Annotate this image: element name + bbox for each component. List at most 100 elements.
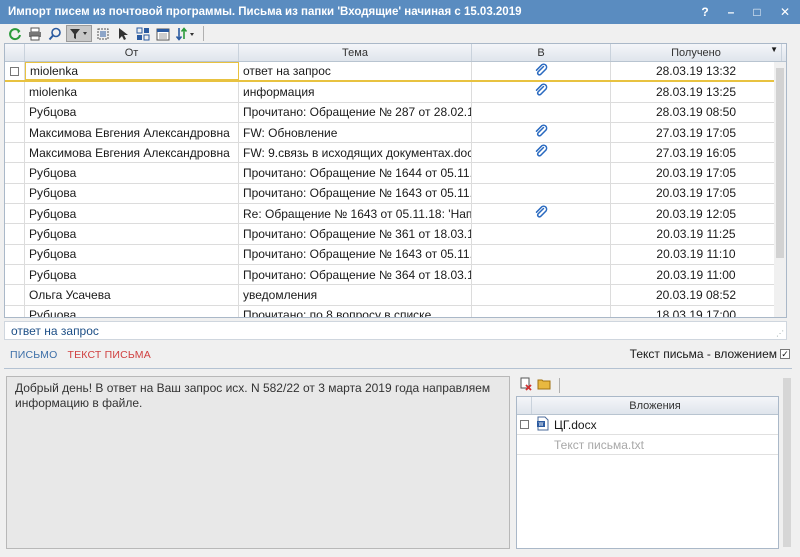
table-row[interactable]: Рубцова Прочитано: Обращение № 1643 от 05… (5, 244, 786, 265)
current-subject-text: ответ на запрос (11, 323, 99, 338)
row-received: 20.03.19 12:05 (611, 204, 782, 224)
text-as-attachment-checkbox[interactable]: ✓ (780, 349, 790, 359)
attachment-name-cell: W ЦГ.docx (532, 416, 597, 434)
header-received[interactable]: Получено (611, 44, 782, 61)
row-check-cell[interactable] (5, 102, 25, 122)
row-check-cell[interactable] (5, 264, 25, 285)
row-received: 28.03.19 08:50 (611, 102, 782, 122)
filter-icon[interactable] (66, 25, 92, 42)
attachment-item[interactable]: W ЦГ.docx (517, 415, 778, 435)
table-row[interactable]: Рубцова Прочитано: Обращение № 1643 от 05… (5, 183, 786, 205)
row-from: Рубцова (25, 183, 239, 204)
row-from: Рубцова (25, 224, 239, 244)
row-from: Рубцова (25, 305, 239, 317)
grid-header: От Тема В Получено ▼ (5, 44, 786, 62)
grid-scrollbar-thumb[interactable] (776, 68, 784, 258)
attachments-pane: Вложения W ЦГ.docx Текст письма.txt (516, 376, 779, 549)
attachment-name-cell: Текст письма.txt (532, 438, 644, 452)
resize-grip-icon[interactable]: ⋰ (776, 329, 784, 338)
row-subject: ответ на запрос (239, 62, 472, 81)
tab-letter-text[interactable]: ТЕКСТ ПИСЬМА (67, 349, 150, 361)
refresh-icon[interactable] (6, 25, 24, 42)
row-attach (472, 122, 611, 143)
columns-icon[interactable] (134, 25, 152, 42)
row-from: Рубцова (25, 264, 239, 285)
row-check-cell[interactable] (5, 62, 25, 81)
messages-grid: От Тема В Получено ▼ miolenka ответ на за… (4, 43, 787, 318)
sort-indicator-icon: ▼ (770, 45, 778, 54)
row-check-cell[interactable] (5, 183, 25, 204)
row-check-cell[interactable] (5, 224, 25, 244)
detail-scrollbar[interactable] (781, 376, 793, 549)
row-attach (472, 143, 611, 163)
attachment-checkbox[interactable] (520, 420, 529, 429)
row-check-cell[interactable] (5, 305, 25, 317)
row-attach (472, 82, 611, 102)
table-row[interactable]: miolenka ответ на запрос 28.03.19 13:32 (5, 62, 786, 83)
calendar-icon[interactable] (154, 25, 172, 42)
open-folder-icon[interactable] (537, 377, 552, 394)
tab-letter[interactable]: ПИСЬМО (10, 349, 57, 361)
row-subject: Прочитано: Обращение № 1643 от 05.11.1 (239, 183, 472, 204)
row-subject: уведомления (239, 285, 472, 305)
close-button[interactable]: ✕ (770, 0, 800, 24)
row-attach (472, 244, 611, 264)
attachments-header-label[interactable]: Вложения (532, 397, 778, 414)
row-received: 20.03.19 11:00 (611, 264, 782, 285)
maximize-button[interactable]: □ (744, 0, 770, 24)
attachments-header: Вложения (517, 397, 778, 415)
row-received: 28.03.19 13:32 (611, 62, 782, 81)
text-as-attachment-toggle[interactable]: Текст письма - вложением ✓ (630, 347, 790, 361)
row-received: 20.03.19 17:05 (611, 163, 782, 183)
table-row[interactable]: miolenka информация 28.03.19 13:25 (5, 82, 786, 103)
table-row[interactable]: Рубцова Прочитано: Обращение № 1644 от 05… (5, 163, 786, 184)
attachments-rows: W ЦГ.docx Текст письма.txt (517, 415, 778, 455)
row-attach (472, 102, 611, 122)
header-from[interactable]: От (25, 44, 239, 61)
row-subject: Re: Обращение № 1643 от 05.11.18: 'Напо (239, 204, 472, 224)
row-subject: FW: 9.связь в исходящих документах.doc (239, 143, 472, 163)
print-icon[interactable] (26, 25, 44, 42)
row-check-cell[interactable] (5, 82, 25, 102)
row-check-cell[interactable] (5, 285, 25, 305)
table-row[interactable]: Максимова Евгения Александровна FW: 9.свя… (5, 143, 786, 164)
table-row[interactable]: Максимова Евгения Александровна FW: Обнов… (5, 122, 786, 144)
row-attach (472, 285, 611, 305)
row-attach (472, 163, 611, 183)
row-check-cell[interactable] (5, 143, 25, 163)
row-check-cell[interactable] (5, 204, 25, 224)
table-row[interactable]: Рубцова Re: Обращение № 1643 от 05.11.18:… (5, 204, 786, 225)
remove-attachment-icon[interactable] (519, 377, 533, 394)
header-subject[interactable]: Тема (239, 44, 472, 61)
row-from: miolenka (25, 62, 239, 81)
row-checkbox[interactable] (10, 66, 19, 76)
row-check-cell[interactable] (5, 163, 25, 183)
grid-scrollbar[interactable] (774, 62, 786, 317)
detail-scrollbar-thumb[interactable] (783, 378, 791, 547)
row-attach (472, 183, 611, 204)
attachments-header-check (517, 397, 532, 414)
select-all-icon[interactable] (94, 25, 112, 42)
table-row[interactable]: Рубцова Прочитано: по 8 вопросу в списке 1… (5, 305, 786, 317)
row-subject: информация (239, 82, 472, 102)
header-attach[interactable]: В (472, 44, 611, 61)
letter-body[interactable]: Добрый день! В ответ на Ваш запрос исх. … (6, 376, 510, 549)
row-check-cell[interactable] (5, 244, 25, 264)
attachments-toolbar (516, 376, 779, 394)
sort-icon[interactable] (174, 25, 198, 42)
table-row[interactable]: Рубцова Прочитано: Обращение № 364 от 18.… (5, 264, 786, 286)
table-row[interactable]: Рубцова Прочитано: Обращение № 287 от 28.… (5, 102, 786, 123)
row-from: Рубцова (25, 204, 239, 224)
table-row[interactable]: Рубцова Прочитано: Обращение № 361 от 18.… (5, 224, 786, 245)
table-row[interactable]: Ольга Усачева уведомления 20.03.19 08:52 (5, 285, 786, 306)
pointer-icon[interactable] (114, 25, 132, 42)
toolbar-separator (203, 26, 204, 41)
help-button[interactable]: ? (692, 0, 718, 24)
minimize-button[interactable]: – (718, 0, 744, 24)
row-check-cell[interactable] (5, 122, 25, 143)
find-icon[interactable] (46, 25, 64, 42)
paperclip-icon (534, 124, 548, 141)
attachment-check-cell[interactable] (517, 420, 532, 429)
attachment-item[interactable]: Текст письма.txt (517, 435, 778, 455)
window-title: Импорт писем из почтовой программы. Пись… (8, 6, 522, 18)
